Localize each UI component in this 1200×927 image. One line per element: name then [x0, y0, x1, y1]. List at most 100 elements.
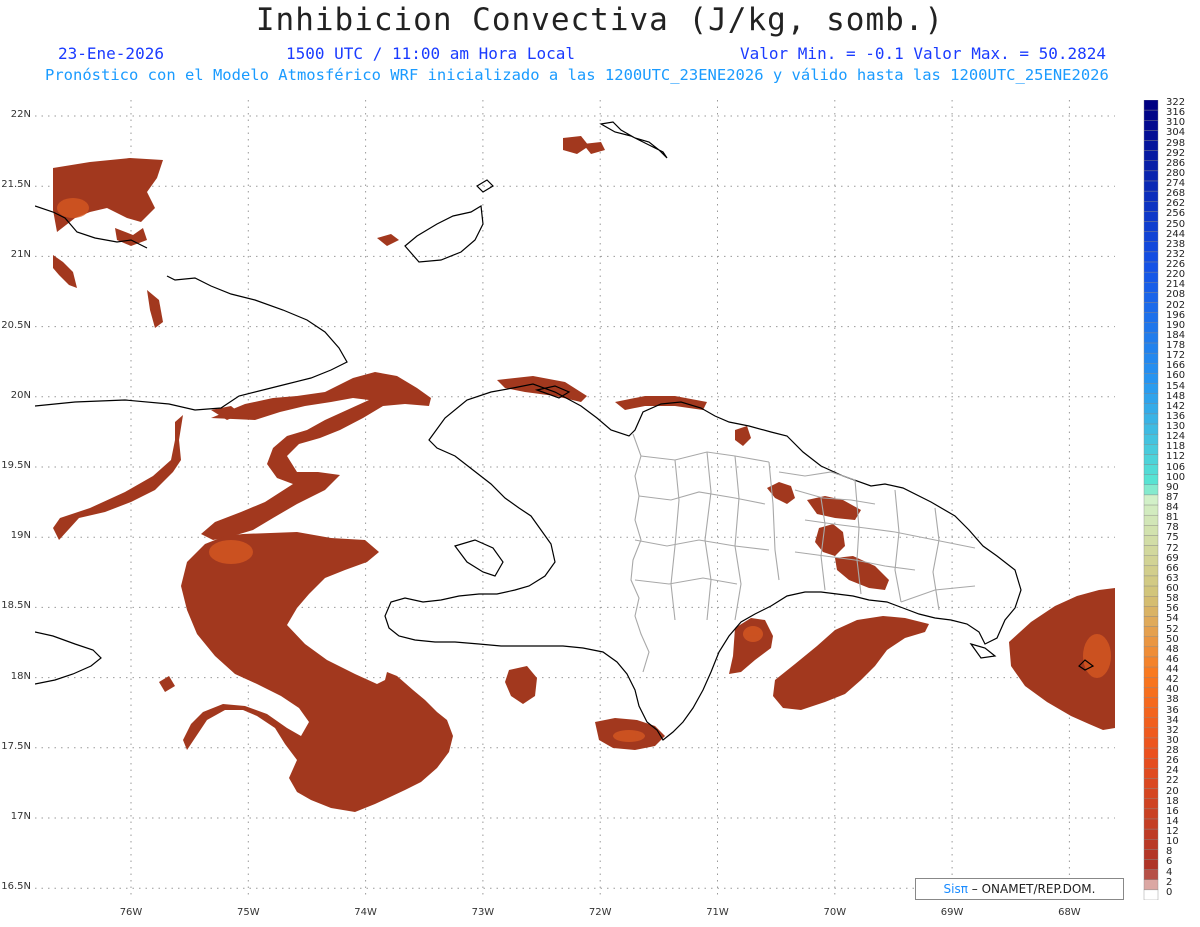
legend-swatch: [1143, 261, 1159, 273]
legend-swatch: [1143, 788, 1159, 799]
cin-area-jamaica-e: [159, 676, 175, 692]
credit-box: Sisπ – ONAMET/REP.DOM.: [915, 878, 1124, 900]
lon-label: 71W: [706, 907, 729, 918]
legend-swatch: [1143, 747, 1159, 759]
lon-label: 74W: [354, 907, 377, 918]
cin-area-west-arc: [53, 255, 77, 288]
lat-label: 22N: [10, 109, 31, 120]
legend-label: 38: [1166, 694, 1179, 706]
legend-swatch: [1143, 322, 1159, 334]
legend-swatch: [1143, 818, 1159, 830]
cin-area-southwest-loop: [181, 532, 453, 812]
legend-label: 6: [1166, 856, 1173, 868]
legend-swatch: [1143, 717, 1159, 729]
time-label: 1500 UTC / 11:00 am Hora Local: [286, 44, 575, 63]
cin-area-cuba-strip: [53, 415, 183, 540]
legend-swatch: [1143, 423, 1159, 435]
legend-swatch: [1143, 403, 1159, 415]
cin-area-nw: [53, 158, 163, 232]
lat-label: 18.5N: [1, 600, 31, 612]
cin-area-north-islet: [735, 426, 751, 446]
date-label: 23-Ene-2026: [58, 44, 164, 63]
legend-swatch: [1143, 140, 1159, 151]
cin-area-ne-coast: [615, 396, 707, 410]
legend-swatch: [1143, 869, 1159, 880]
legend-label: 22: [1166, 775, 1179, 787]
legend-swatch: [1143, 393, 1159, 404]
legend-swatch: [1143, 828, 1159, 840]
legend-swatch: [1143, 636, 1159, 648]
legend-swatch: [1143, 180, 1159, 192]
legend-swatch: [1143, 373, 1159, 384]
lat-label: 16.5N: [1, 881, 31, 893]
legend-swatch: [1143, 889, 1159, 900]
cin-area-turks: [377, 234, 399, 246]
province-borders: [630, 433, 976, 673]
legend-swatch: [1143, 808, 1159, 820]
coast-great-inagua: [404, 205, 484, 263]
coast-gonave: [454, 539, 504, 577]
legend-swatch: [1143, 302, 1159, 313]
legend-swatch: [1143, 484, 1159, 496]
lon-label: 72W: [588, 907, 612, 918]
legend-swatch: [1143, 514, 1159, 526]
cin-shading: [53, 136, 1115, 812]
legend-swatch: [1143, 677, 1159, 688]
cin-area-cuba-east: [147, 290, 163, 328]
legend-swatch: [1143, 768, 1159, 779]
legend-label: 208: [1166, 289, 1186, 301]
legend-label: 160: [1166, 370, 1186, 382]
legend-swatch: [1143, 109, 1159, 121]
cin-area-caicos-2: [583, 142, 605, 154]
lon-label: 69W: [940, 907, 964, 918]
legend-swatch: [1143, 211, 1159, 222]
legend-swatch: [1143, 606, 1159, 617]
cin-highlights: [57, 198, 1111, 742]
cin-area-interior-3: [815, 524, 845, 556]
legend-swatch: [1143, 312, 1159, 323]
min-max-label: Valor Min. = -0.1 Valor Max. = 50.2824: [740, 44, 1107, 63]
legend-swatch: [1143, 130, 1159, 141]
legend-swatch: [1143, 616, 1159, 627]
legend-swatch: [1143, 221, 1159, 232]
legend-swatch: [1143, 160, 1159, 172]
legend-label: 298: [1166, 137, 1186, 149]
legend-swatch: [1143, 596, 1159, 607]
legend-swatch: [1143, 504, 1159, 516]
lon-label: 73W: [471, 907, 495, 918]
lon-label: 75W: [236, 907, 260, 918]
legend-swatch: [1143, 454, 1159, 465]
border-haiti-dr: [630, 433, 650, 673]
legend-swatch: [1143, 666, 1159, 678]
legend-swatch: [1143, 646, 1159, 658]
legend-swatch: [1143, 707, 1159, 718]
legend-swatch: [1143, 433, 1159, 445]
grid-lines: [35, 100, 1115, 895]
legend-swatch: [1143, 697, 1159, 708]
lat-label: 17N: [10, 811, 31, 822]
legend-swatch: [1143, 545, 1159, 556]
lat-label: 19N: [10, 530, 31, 542]
coast-hispaniola: [384, 383, 1022, 741]
sis-logo-text: Sisπ: [943, 882, 968, 896]
legend-swatch: [1143, 352, 1159, 364]
legend-swatch: [1143, 555, 1159, 567]
legend-swatch: [1143, 190, 1159, 202]
legend-swatch: [1143, 150, 1159, 161]
legend-swatch: [1143, 474, 1159, 486]
legend-label: 54: [1166, 613, 1179, 625]
cin-area-south-sea: [773, 616, 929, 710]
cin-area-haiti-north: [201, 372, 431, 540]
legend-swatch: [1143, 778, 1159, 789]
legend-swatch: [1143, 100, 1159, 111]
legend-swatch: [1143, 758, 1159, 769]
coastlines: [35, 121, 1095, 741]
lon-label: 70W: [823, 907, 847, 918]
legend-label: 0: [1166, 886, 1173, 898]
lat-label: 21.5N: [1, 179, 31, 191]
cin-area-interior-2: [807, 496, 861, 520]
legend-swatch: [1143, 282, 1159, 293]
lon-label: 68W: [1058, 907, 1081, 918]
legend-swatch: [1143, 525, 1159, 536]
legend-label: 75: [1166, 532, 1179, 544]
